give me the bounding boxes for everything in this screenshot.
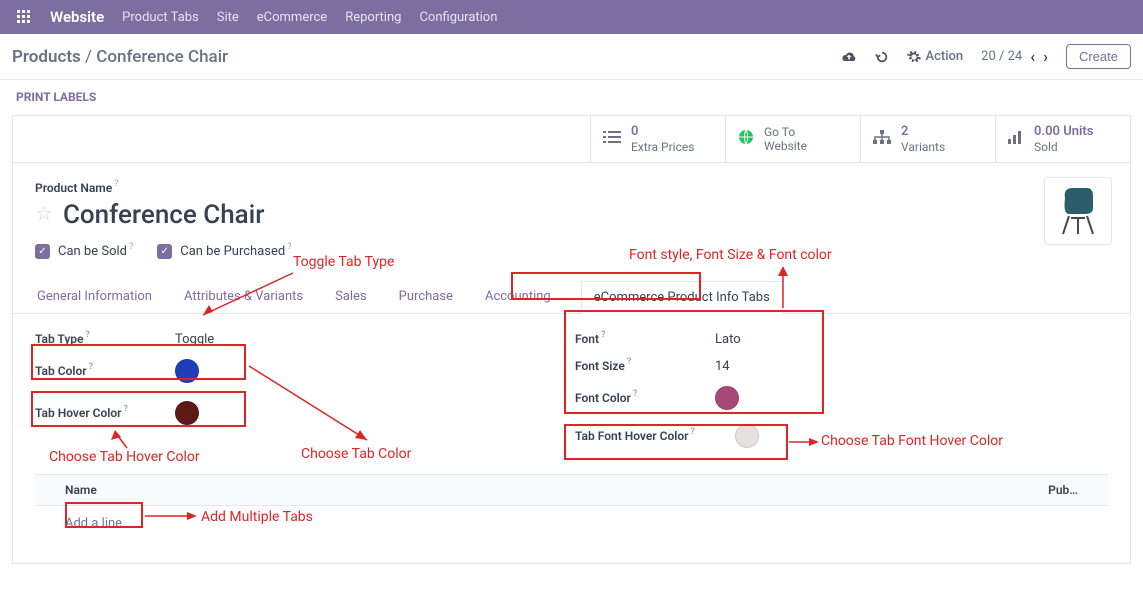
tabs-row: General Information Attributes & Variant… [13, 281, 1130, 314]
subactions: PRINT LABELS [0, 80, 1143, 115]
tab-color-swatch[interactable] [175, 359, 199, 383]
product-name-label: Product Name [35, 181, 112, 195]
breadcrumb-bar: Products / Conference Chair Action 20 / … [0, 34, 1143, 80]
action-dropdown[interactable]: Action [907, 49, 963, 64]
cloud-upload-icon[interactable] [841, 50, 857, 64]
stat-sold[interactable]: 0.00 UnitsSold [995, 116, 1130, 162]
create-button[interactable]: Create [1066, 44, 1131, 69]
breadcrumb-current: Conference Chair [96, 47, 228, 67]
print-labels-button[interactable]: PRINT LABELS [16, 90, 96, 104]
favorite-star-icon[interactable]: ☆ [35, 201, 53, 225]
right-column: Font? Lato Font Size? 14 Font Color? Tab… [575, 332, 875, 466]
field-font: Font? Lato [575, 332, 875, 347]
tab-purchase[interactable]: Purchase [397, 281, 455, 313]
font-color-swatch[interactable] [715, 386, 739, 410]
tab-ecommerce-product-info-tabs[interactable]: eCommerce Product Info Tabs [581, 281, 783, 314]
apps-icon[interactable] [16, 9, 32, 25]
product-name[interactable]: Conference Chair [63, 200, 265, 230]
table-section: Name Pub… Add a line [13, 474, 1130, 563]
breadcrumb: Products / Conference Chair [12, 47, 228, 67]
menu-configuration[interactable]: Configuration [419, 10, 497, 25]
globe-icon [738, 129, 754, 149]
stats-bar: 0Extra Prices Go ToWebsite 2Variants 0.0… [13, 116, 1130, 163]
list-icon [603, 130, 621, 148]
pager-text: 20 / 24 [981, 49, 1022, 64]
tab-accounting[interactable]: Accounting [483, 281, 553, 313]
menu-ecommerce[interactable]: eCommerce [257, 10, 327, 25]
breadcrumb-actions: Action 20 / 24 ‹ › Create [841, 44, 1131, 69]
th-pub: Pub… [1028, 483, 1078, 497]
bar-chart-icon [1008, 130, 1024, 148]
form-body: Product Name? ☆ Conference Chair ✓ Can b… [13, 163, 1130, 267]
field-tab-color: Tab Color? [35, 359, 335, 383]
tab-general-information[interactable]: General Information [35, 281, 154, 313]
menu-reporting[interactable]: Reporting [345, 10, 401, 25]
tab-sales[interactable]: Sales [333, 281, 369, 313]
form-container: 0Extra Prices Go ToWebsite 2Variants 0.0… [12, 115, 1131, 564]
check-icon: ✓ [157, 244, 172, 259]
font-size-value[interactable]: 14 [715, 359, 730, 374]
field-font-color: Font Color? [575, 386, 875, 410]
menu-product-tabs[interactable]: Product Tabs [122, 10, 199, 25]
stat-goto-website[interactable]: Go ToWebsite [725, 116, 860, 162]
pager-prev[interactable]: ‹ [1030, 47, 1035, 66]
table-header: Name Pub… [35, 474, 1108, 506]
pager: 20 / 24 ‹ › [981, 47, 1048, 66]
field-tab-font-hover-color: Tab Font Hover Color? [575, 424, 875, 448]
field-font-size: Font Size? 14 [575, 359, 875, 374]
breadcrumb-parent[interactable]: Products [12, 47, 81, 67]
check-icon: ✓ [35, 244, 50, 259]
stat-extra-prices[interactable]: 0Extra Prices [590, 116, 725, 162]
tab-attributes-variants[interactable]: Attributes & Variants [182, 281, 305, 313]
top-menu-bar: Website Product Tabs Site eCommerce Repo… [0, 0, 1143, 34]
tab-font-hover-color-swatch[interactable] [735, 424, 759, 448]
stat-variants[interactable]: 2Variants [860, 116, 995, 162]
menu-site[interactable]: Site [217, 10, 239, 25]
gear-icon [907, 50, 921, 64]
th-name: Name [65, 483, 1028, 497]
tab-hover-color-swatch[interactable] [175, 401, 199, 425]
left-column: Tab Type? Toggle Tab Color? Tab Hover Co… [35, 332, 335, 466]
tab-content: Tab Type? Toggle Tab Color? Tab Hover Co… [13, 314, 1130, 474]
product-image[interactable] [1044, 177, 1112, 245]
field-tab-type: Tab Type? Toggle [35, 332, 335, 347]
sitemap-icon [873, 130, 891, 148]
can-be-sold-checkbox[interactable]: ✓ Can be Sold? [35, 244, 133, 259]
field-tab-hover-color: Tab Hover Color? [35, 401, 335, 425]
can-be-purchased-checkbox[interactable]: ✓ Can be Purchased? [157, 244, 291, 259]
app-brand[interactable]: Website [50, 8, 104, 26]
font-value[interactable]: Lato [715, 332, 741, 347]
tab-type-value[interactable]: Toggle [175, 332, 214, 347]
pager-next[interactable]: › [1043, 47, 1048, 66]
add-a-line-button[interactable]: Add a line [35, 506, 1108, 541]
undo-icon[interactable] [875, 50, 889, 64]
